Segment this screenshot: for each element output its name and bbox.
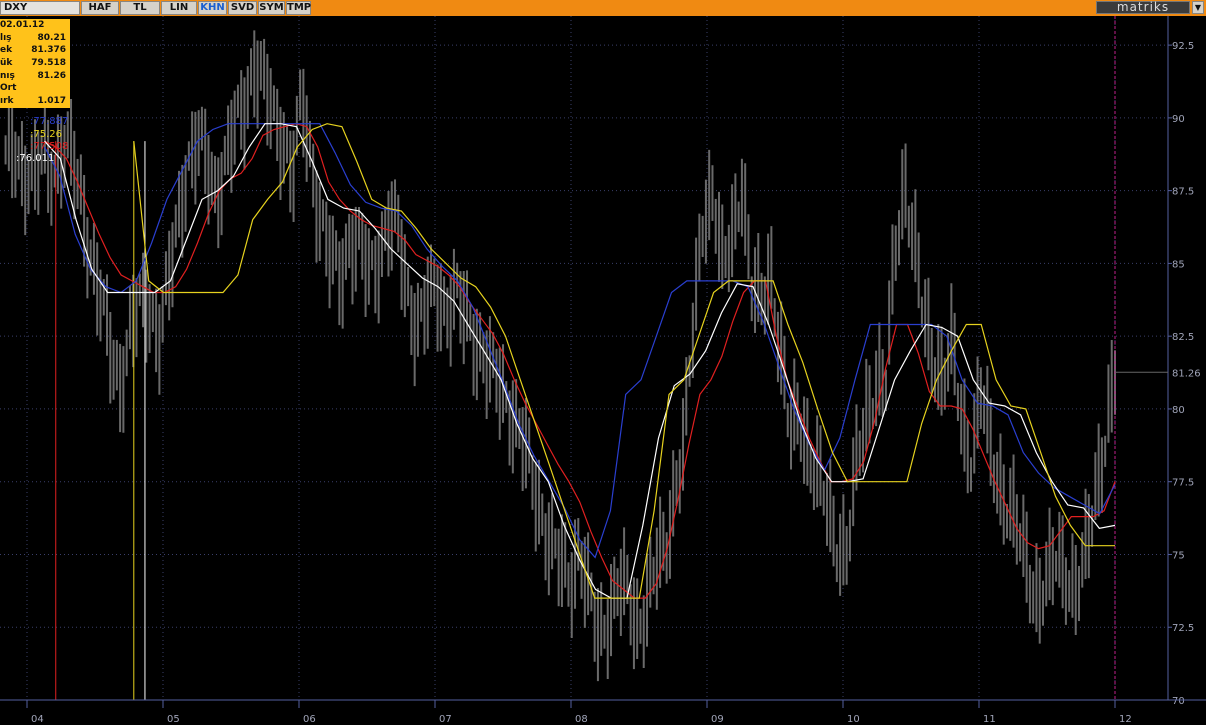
tab-khn[interactable]: KHN <box>198 1 227 15</box>
y-tick-label: 90 <box>1172 114 1185 125</box>
info-value: 80.21 <box>37 32 66 43</box>
tab-tl[interactable]: TL <box>120 1 160 15</box>
info-row: ek 81.376 <box>0 44 70 57</box>
y-tick-label: 85 <box>1172 259 1185 270</box>
tab-sym[interactable]: SYM <box>258 1 285 15</box>
x-tick-label: 06 <box>303 714 316 725</box>
x-tick-label: 12 <box>1119 714 1132 725</box>
x-tick-label: 11 <box>983 714 996 725</box>
x-tick-label: 05 <box>167 714 180 725</box>
indicator-label-red: :77.508 <box>30 141 69 152</box>
symbol-field[interactable]: DXY <box>0 1 80 15</box>
info-row: lış 80.21 <box>0 32 70 45</box>
y-tick-label: 70 <box>1172 696 1185 707</box>
tab-tmp[interactable]: TMP <box>286 1 311 15</box>
info-value: 1.017 <box>37 96 66 107</box>
y-tick-label: 77.5 <box>1172 478 1194 489</box>
y-tick-label: 82.5 <box>1172 332 1194 343</box>
info-label: Ort <box>0 83 17 94</box>
info-date: 02.01.12 <box>0 19 70 32</box>
last-price-label: 81.26 <box>1172 368 1201 379</box>
brand-logo: matriks <box>1096 1 1190 14</box>
info-row: ük 79.518 <box>0 57 70 70</box>
x-tick-label: 07 <box>439 714 452 725</box>
info-label: ırk <box>0 96 14 107</box>
info-row: nış 81.26 <box>0 70 70 83</box>
price-chart[interactable]: 92.5 90 87.5 85 82.5 80 77.5 75 72.5 70 81.26 04 05… <box>0 16 1206 725</box>
info-value: 81.376 <box>31 45 66 56</box>
y-tick-label: 72.5 <box>1172 623 1194 634</box>
info-label: ek <box>0 45 13 56</box>
dropdown-arrow-icon[interactable]: ▼ <box>1192 1 1204 14</box>
indicator-label-yellow: :75.26 <box>30 129 62 140</box>
info-label: lış <box>0 32 12 43</box>
y-tick-label: 87.5 <box>1172 187 1194 198</box>
x-tick-label: 04 <box>31 714 44 725</box>
tab-lin[interactable]: LIN <box>161 1 197 15</box>
info-value: 81.26 <box>37 70 66 81</box>
y-tick-label: 80 <box>1172 405 1185 416</box>
y-tick-label: 92.5 <box>1172 41 1194 52</box>
info-row: Ort <box>0 82 70 95</box>
info-value: 79.518 <box>31 58 66 69</box>
info-label: ük <box>0 58 13 69</box>
indicator-label-blue: :77.887 <box>30 116 69 127</box>
info-row: ırk 1.017 <box>0 95 70 108</box>
x-tick-label: 08 <box>575 714 588 725</box>
info-box: 02.01.12 lış 80.21 ek 81.376 ük 79.518 nış 8… <box>0 19 70 108</box>
indicator-label-white: :76.011 <box>16 153 55 164</box>
x-tick-label: 10 <box>847 714 860 725</box>
tab-haf[interactable]: HAF <box>81 1 119 15</box>
y-axis: 92.5 90 87.5 85 82.5 80 77.5 75 72.5 70 81.26 <box>1115 16 1201 707</box>
x-axis: 04 05 06 07 08 09 10 11 12 <box>0 699 1206 725</box>
info-date-value: 02.01.12 <box>0 20 45 30</box>
info-label: nış <box>0 70 15 81</box>
x-tick-label: 09 <box>711 714 724 725</box>
y-tick-label: 75 <box>1172 550 1185 561</box>
tab-svd[interactable]: SVD <box>228 1 257 15</box>
top-toolbar: DXY HAF TL LIN KHN SVD SYM TMP matriks ▼ <box>0 0 1206 16</box>
